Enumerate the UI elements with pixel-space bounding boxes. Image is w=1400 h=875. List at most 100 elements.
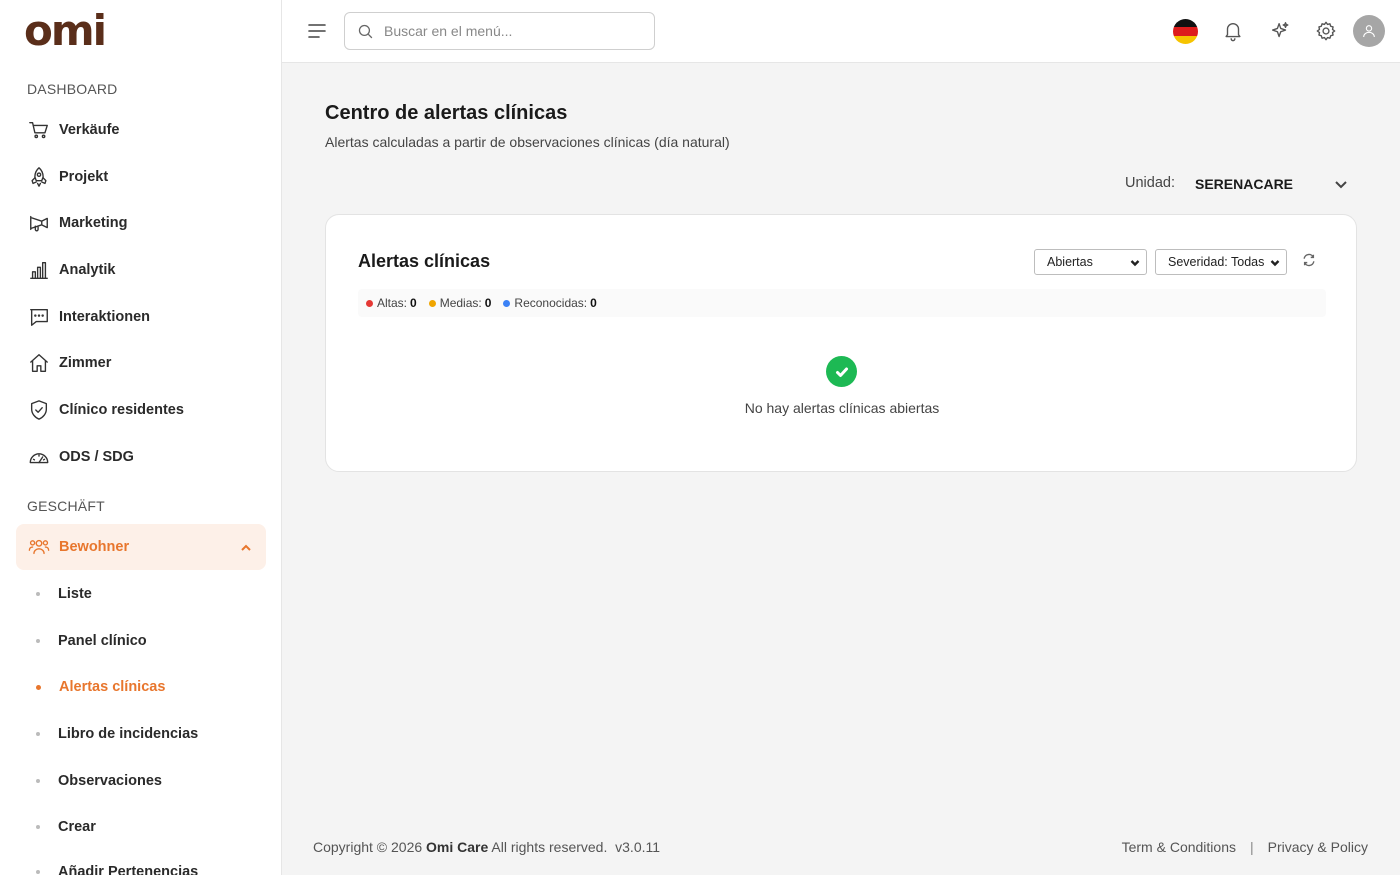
sidebar-subitem-libro-incidencias[interactable]: Libro de incidencias [16, 714, 266, 754]
sidebar-subitem-label: Añadir Pertenencias [58, 864, 199, 875]
bell-icon[interactable] [1219, 17, 1247, 45]
sidebar-item-ods-sdg[interactable]: ODS / SDG [16, 434, 266, 480]
app-version: v3.0.11 [615, 839, 661, 855]
high-severity-dot [366, 299, 373, 307]
status-filter-value: Abiertas [1047, 255, 1093, 269]
bullet-dot [36, 870, 40, 874]
chevron-down-icon [1335, 181, 1347, 189]
sidebar-item-verkaufe[interactable]: Verkäufe [16, 107, 266, 153]
sidebar-item-label: Marketing [59, 215, 128, 231]
sidebar-subitem-label: Panel clínico [58, 633, 147, 649]
alerts-card: Alertas clínicas Abiertas Severidad: Tod… [325, 214, 1357, 472]
alerts-summary-bar: Altas: 0 Medias: 0 Reconocidas: 0 [358, 289, 1326, 317]
page-title: Centro de alertas clínicas [325, 102, 568, 124]
copyright-suffix: All rights reserved. [491, 839, 608, 855]
search-input[interactable] [384, 23, 644, 39]
severity-filter-select[interactable]: Severidad: Todas [1155, 249, 1287, 275]
logo-text: omi [24, 6, 107, 55]
gauge-icon [28, 446, 50, 468]
sidebar-subitem-label: Crear [58, 819, 96, 835]
sidebar-item-marketing[interactable]: Marketing [16, 200, 266, 246]
sidebar-item-label: ODS / SDG [59, 449, 134, 465]
topbar [282, 0, 1400, 63]
status-filter-select[interactable]: Abiertas [1034, 249, 1147, 275]
sidebar-item-label: Projekt [59, 169, 109, 185]
sidebar-subitem-crear[interactable]: Crear [16, 807, 266, 847]
footer-separator: | [1250, 839, 1254, 855]
sidebar-subitem-observaciones[interactable]: Observaciones [16, 761, 266, 801]
user-icon [1363, 25, 1375, 38]
section-title-business: GESCHÄFT [27, 498, 105, 514]
search-box[interactable] [344, 12, 655, 50]
language-flag-de-icon[interactable] [1173, 19, 1198, 44]
sidebar-item-label: Analytik [59, 262, 116, 278]
megaphone-icon [28, 212, 50, 234]
sidebar-subitem-label: Alertas clínicas [59, 679, 166, 695]
sidebar-subitem-liste[interactable]: Liste [16, 574, 266, 614]
bullet-dot [36, 825, 40, 829]
refresh-icon[interactable] [1302, 253, 1318, 269]
bullet-dot [36, 684, 41, 690]
sidebar-item-interaktionen[interactable]: Interaktionen [16, 294, 266, 340]
rocket-icon [28, 166, 50, 188]
summary-high-count: 0 [410, 296, 417, 310]
sidebar-item-clinico-residentes[interactable]: Clínico residentes [16, 387, 266, 433]
shield-check-icon [28, 399, 50, 421]
privacy-link[interactable]: Privacy & Policy [1268, 839, 1368, 855]
summary-acknowledged-label: Reconocidas: [514, 296, 588, 310]
summary-high: Altas: 0 [366, 296, 417, 310]
copyright-prefix: Copyright © 2026 [313, 839, 423, 855]
bullet-dot [36, 732, 40, 736]
avatar[interactable] [1353, 15, 1385, 47]
sidebar-subitem-anadir-pertenencias[interactable]: Añadir Pertenencias [16, 852, 266, 875]
sidebar-item-bewohner[interactable]: Bewohner [16, 524, 266, 570]
sidebar-item-label: Zimmer [59, 355, 112, 371]
unit-select[interactable]: SERENACARE [1195, 172, 1357, 196]
chevron-down-icon [1130, 257, 1140, 267]
page-subtitle: Alertas calculadas a partir de observaci… [325, 134, 730, 150]
terms-link[interactable]: Term & Conditions [1122, 839, 1236, 855]
sidebar: omi DASHBOARD Verkäufe Projekt Marketing… [0, 0, 282, 875]
summary-acknowledged-count: 0 [590, 296, 597, 310]
sidebar-item-label: Clínico residentes [59, 402, 184, 418]
chevron-down-icon [1270, 257, 1280, 267]
sidebar-subitem-alertas-clinicas[interactable]: Alertas clínicas [16, 667, 266, 707]
summary-acknowledged: Reconocidas: 0 [503, 296, 597, 310]
sidebar-item-zimmer[interactable]: Zimmer [16, 340, 266, 386]
summary-medium: Medias: 0 [428, 296, 492, 310]
sidebar-subitem-panel-clinico[interactable]: Panel clínico [16, 621, 266, 661]
sidebar-item-label: Verkäufe [59, 122, 120, 138]
search-icon [358, 24, 373, 38]
sidebar-item-label: Interaktionen [59, 309, 151, 325]
sidebar-item-label: Bewohner [59, 539, 130, 555]
medium-severity-dot [428, 299, 436, 307]
section-title-dashboard: DASHBOARD [27, 81, 118, 97]
sidebar-subitem-label: Observaciones [58, 773, 162, 789]
cart-icon [28, 119, 50, 141]
bullet-dot [36, 639, 40, 643]
unit-label: Unidad: [1125, 175, 1175, 191]
check-circle-icon [826, 356, 857, 387]
sidebar-subitem-label: Libro de incidencias [58, 726, 199, 742]
menu-toggle-icon[interactable] [306, 20, 328, 42]
logo[interactable]: omi [24, 6, 107, 55]
home-icon [28, 352, 50, 374]
card-title: Alertas clínicas [358, 251, 491, 271]
empty-state-text: No hay alertas clínicas abiertas [744, 400, 940, 416]
gear-icon[interactable] [1312, 17, 1340, 45]
bullet-dot [36, 592, 40, 596]
users-icon [28, 536, 50, 558]
sidebar-item-analytik[interactable]: Analytik [16, 247, 266, 293]
summary-medium-label: Medias: [439, 296, 482, 310]
footer-links: Term & Conditions | Privacy & Policy [1122, 839, 1368, 855]
acknowledged-dot [503, 299, 511, 307]
chevron-up-icon [240, 541, 252, 553]
severity-filter-value: Severidad: Todas [1168, 255, 1265, 269]
sidebar-item-projekt[interactable]: Projekt [16, 154, 266, 200]
summary-high-label: Altas: [377, 296, 408, 310]
unit-select-value: SERENACARE [1195, 176, 1294, 192]
sparkle-ai-icon[interactable] [1266, 17, 1294, 45]
sidebar-subitem-label: Liste [58, 586, 92, 602]
footer-copyright: Copyright © 2026 Omi Care All rights res… [313, 839, 660, 855]
summary-medium-count: 0 [484, 296, 492, 310]
